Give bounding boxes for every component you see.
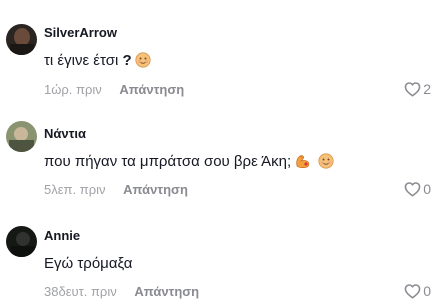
comment-text-suffix: ?	[122, 52, 132, 69]
comment-meta: 38δευτ. πριν Απάντηση	[44, 284, 199, 299]
comment-username[interactable]: Νάντια	[44, 126, 86, 141]
avatar[interactable]	[6, 121, 37, 152]
comment-text-body: που πήγαν τα μπράτσα σου βρε Άκη;	[44, 153, 292, 170]
comment-time: 1ώρ. πριν	[44, 82, 102, 97]
like-count: 0	[423, 181, 431, 197]
like-button[interactable]: 0	[404, 283, 431, 299]
comment-item: SilverArrow τι έγινε έτσι ? 1ώρ. πριν Απ…	[0, 0, 439, 100]
like-count: 2	[423, 81, 431, 97]
like-button[interactable]: 2	[404, 81, 431, 97]
comment-text: που πήγαν τα μπράτσα σου βρε Άκη;	[44, 153, 334, 173]
comment-item: Νάντια που πήγαν τα μπράτσα σου βρε Άκη;…	[0, 100, 439, 204]
comment-time: 38δευτ. πριν	[44, 284, 117, 299]
reply-button[interactable]: Απάντηση	[123, 182, 188, 197]
comment-text-body: τι έγινε έτσι	[44, 52, 119, 69]
heart-outline-icon	[404, 82, 421, 97]
avatar[interactable]	[6, 226, 37, 257]
comment-username[interactable]: Annie	[44, 228, 80, 243]
reply-button[interactable]: Απάντηση	[119, 82, 184, 97]
avatar[interactable]	[6, 24, 37, 55]
comment-text-body: Εγώ τρόμαξα	[44, 255, 133, 272]
comment-meta: 5λεπ. πριν Απάντηση	[44, 182, 188, 197]
muscle-icon	[294, 153, 311, 173]
like-count: 0	[423, 283, 431, 299]
smiling-face-icon	[135, 52, 151, 72]
smiling-face-icon	[318, 153, 334, 173]
comment-item: Annie Εγώ τρόμαξα 38δευτ. πριν Απάντηση …	[0, 204, 439, 308]
comment-meta: 1ώρ. πριν Απάντηση	[44, 82, 184, 97]
heart-outline-icon	[404, 182, 421, 197]
reply-button[interactable]: Απάντηση	[134, 284, 199, 299]
like-button[interactable]: 0	[404, 181, 431, 197]
comment-time: 5λεπ. πριν	[44, 182, 106, 197]
comment-username[interactable]: SilverArrow	[44, 25, 117, 40]
comment-text: τι έγινε έτσι ?	[44, 52, 151, 72]
comment-text: Εγώ τρόμαξα	[44, 255, 132, 272]
heart-outline-icon	[404, 284, 421, 299]
